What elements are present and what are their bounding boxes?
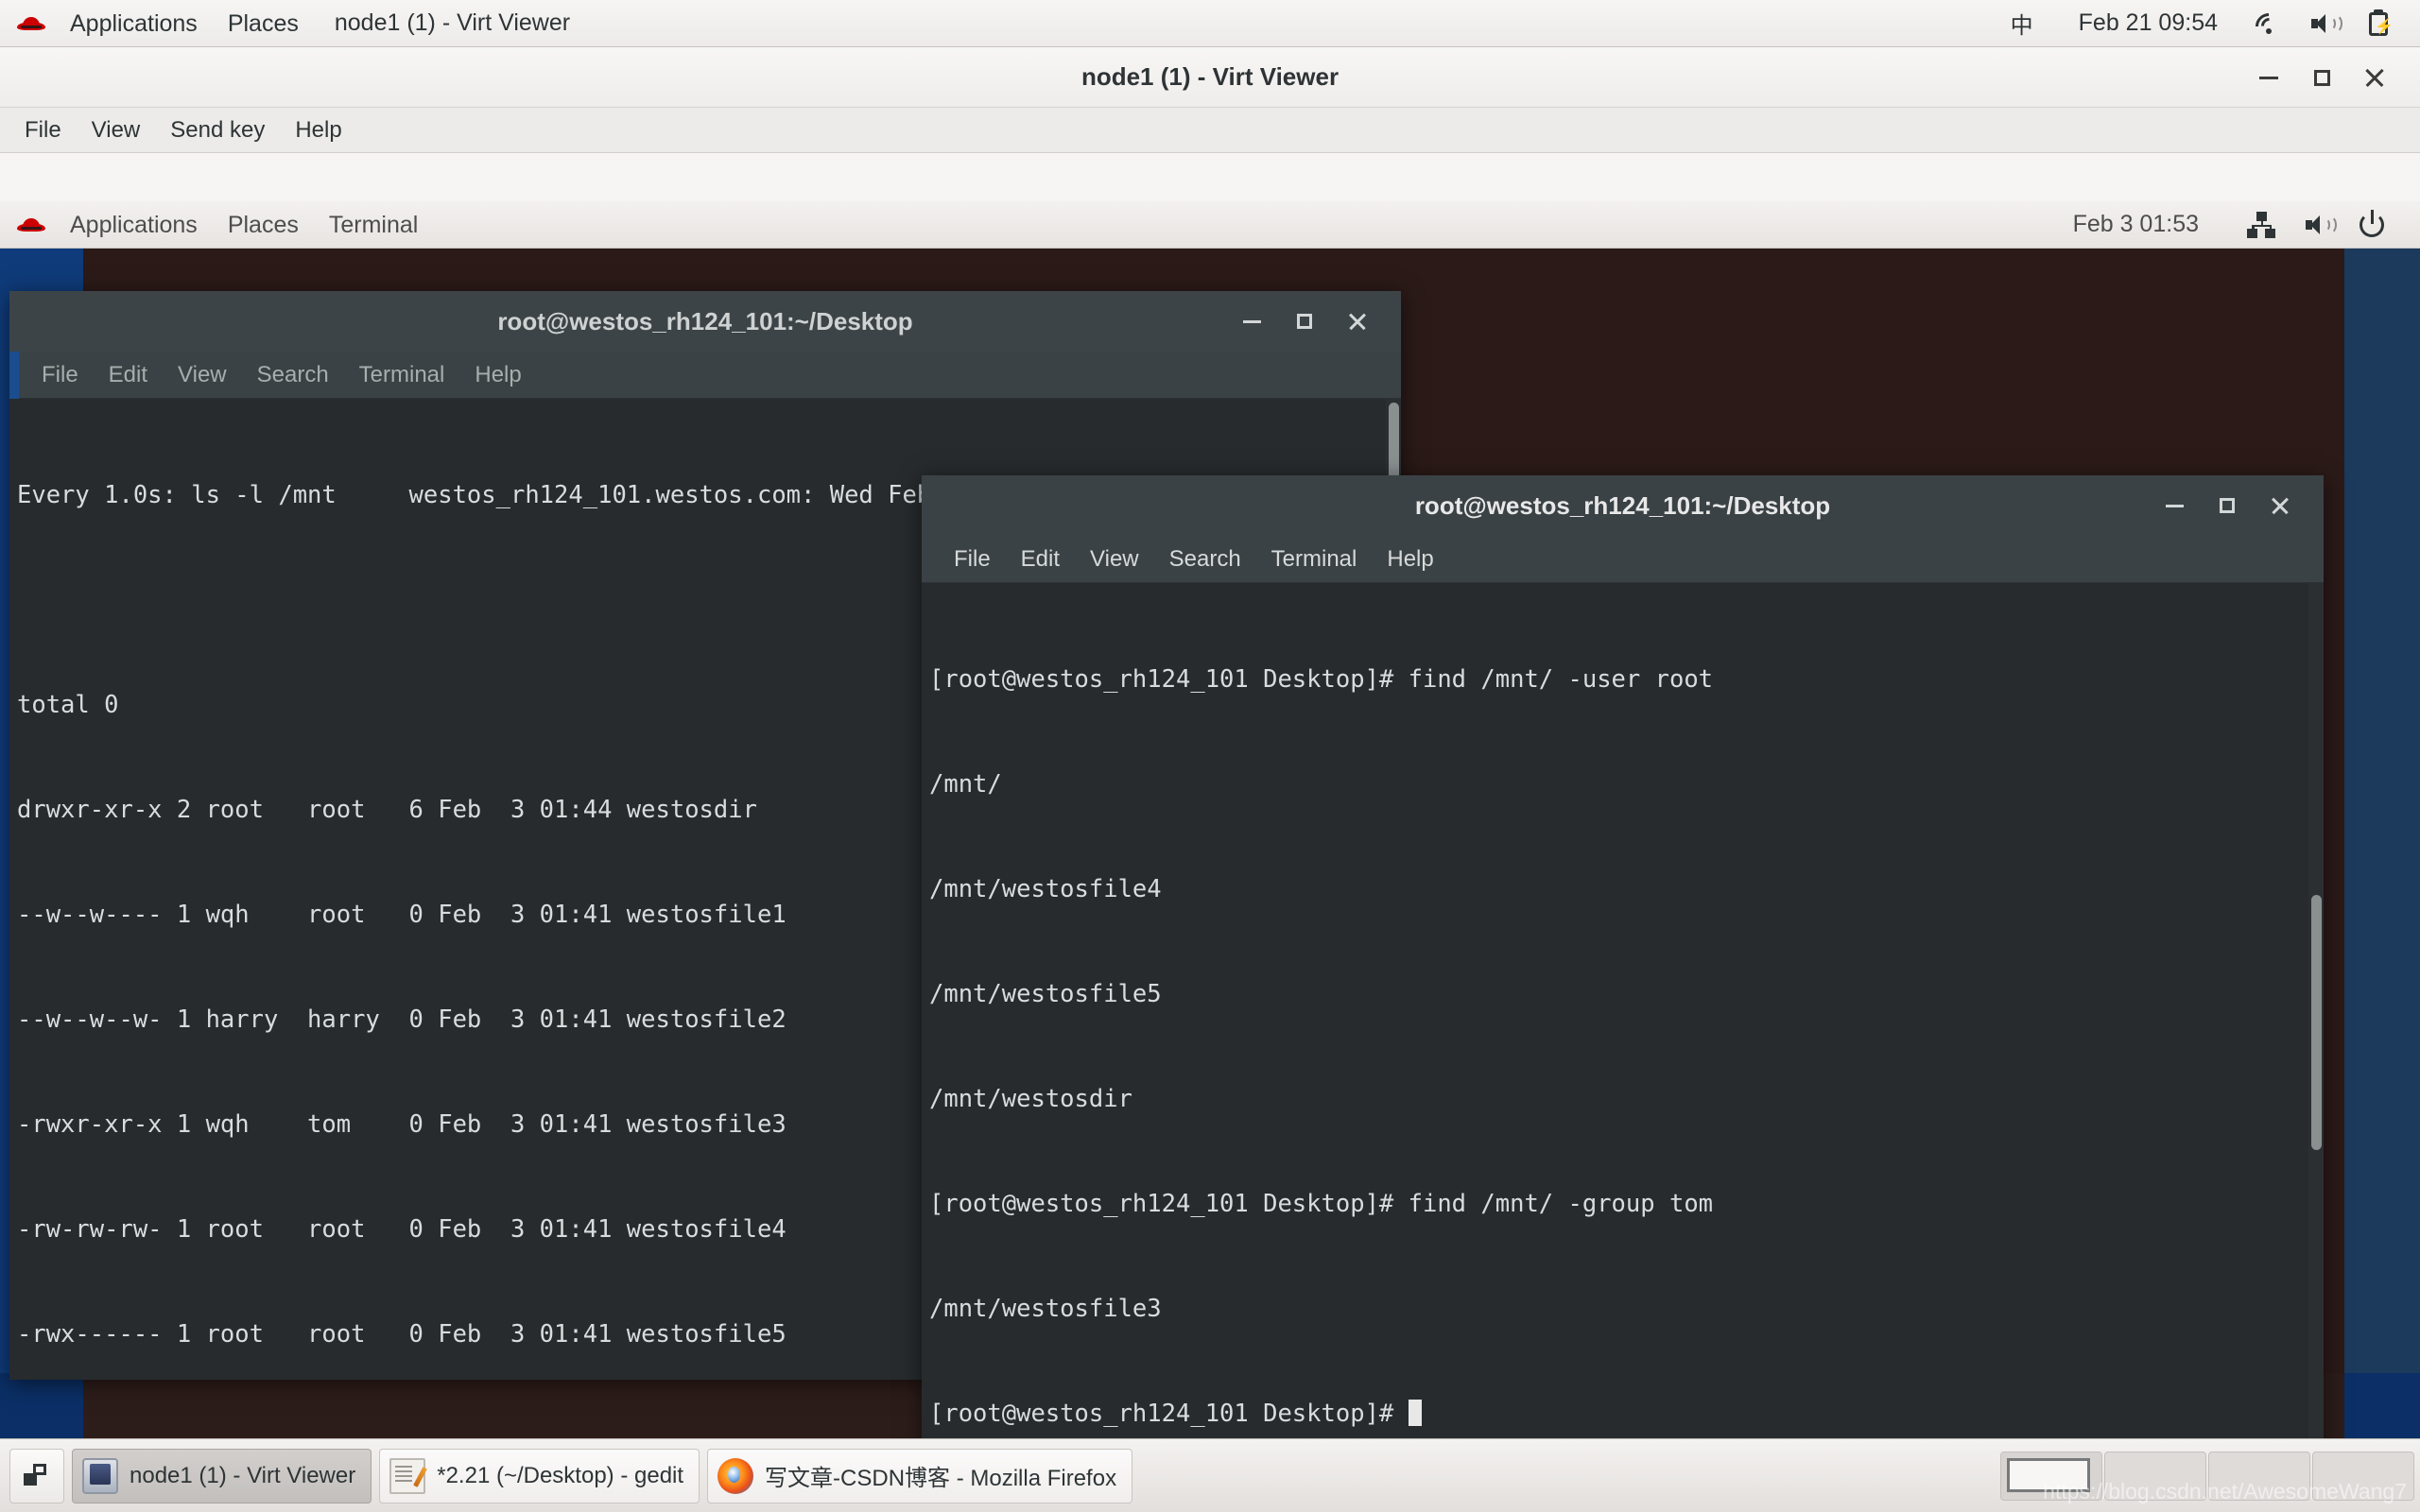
back-terminal-close-button[interactable] <box>1331 295 1384 348</box>
back-terminal-titlebar[interactable]: root@westos_rh124_101:~/Desktop <box>9 291 1401 352</box>
command-line: [root@westos_rh124_101 Desktop]# find /m… <box>929 665 1714 694</box>
redhat-logo-icon <box>17 13 45 34</box>
guest-status-area: Feb 3 01:53 <box>2073 209 2420 240</box>
front-menu-search[interactable]: Search <box>1154 536 1256 583</box>
host-workspace-4[interactable] <box>2312 1451 2414 1501</box>
back-menu-search[interactable]: Search <box>242 352 344 399</box>
guest-applications-menu[interactable]: Applications <box>55 201 213 249</box>
back-terminal-maximize-button[interactable] <box>1278 295 1331 348</box>
host-applications-menu[interactable]: Applications <box>55 0 213 47</box>
prompt-line: [root@westos_rh124_101 Desktop]# <box>929 1397 2324 1432</box>
minimize-button[interactable] <box>2242 51 2295 104</box>
host-show-desktop-button[interactable] <box>9 1448 64 1503</box>
terminal-window-front[interactable]: root@westos_rh124_101:~/Desktop File Edi… <box>922 475 2324 1512</box>
host-task-label: node1 (1) - Virt Viewer <box>130 1462 356 1488</box>
guest-active-window-title[interactable]: Terminal <box>314 201 433 249</box>
front-terminal-scroll-thumb[interactable] <box>2311 895 2322 1150</box>
workspace-window-preview <box>2007 1457 2090 1492</box>
guest-redhat-logo-icon <box>17 215 45 235</box>
host-status-area: 中 Feb 21 09:54 ⚡ <box>1990 7 2420 45</box>
virt-viewer-title: node1 (1) - Virt Viewer <box>1080 62 1340 91</box>
battery-icon[interactable]: ⚡ <box>2363 9 2395 38</box>
virt-viewer-window-controls <box>2242 47 2401 108</box>
menu-help[interactable]: Help <box>280 108 356 153</box>
front-terminal-body[interactable]: [root@westos_rh124_101 Desktop]# find /m… <box>922 583 2324 1512</box>
virt-viewer-icon <box>82 1457 118 1494</box>
screen: Applications Places node1 (1) - Virt Vie… <box>0 0 2420 1512</box>
back-terminal-title: root@westos_rh124_101:~/Desktop <box>497 306 913 335</box>
front-terminal-close-button[interactable] <box>2254 479 2307 532</box>
host-task-button-firefox[interactable]: 写文章-CSDN博客 - Mozilla Firefox <box>707 1448 1133 1503</box>
back-menu-edit[interactable]: Edit <box>94 352 163 399</box>
output-line: /mnt/westosfile3 <box>929 1295 1162 1323</box>
prompt-text: [root@westos_rh124_101 Desktop]# <box>929 1400 1409 1428</box>
front-menu-edit[interactable]: Edit <box>1006 536 1075 583</box>
firefox-icon <box>717 1457 754 1494</box>
host-taskbar: node1 (1) - Virt Viewer *2.21 (~/Desktop… <box>0 1438 2420 1512</box>
host-clock[interactable]: Feb 21 09:54 <box>2054 9 2242 37</box>
front-terminal-title: root@westos_rh124_101:~/Desktop <box>1414 490 1831 520</box>
output-line: /mnt/ <box>929 770 1002 799</box>
host-task-label: 写文章-CSDN博客 - Mozilla Firefox <box>765 1466 1117 1491</box>
host-workspace-2[interactable] <box>2104 1451 2206 1501</box>
host-task-button-virt-viewer[interactable]: node1 (1) - Virt Viewer <box>72 1448 372 1503</box>
front-terminal-titlebar[interactable]: root@westos_rh124_101:~/Desktop <box>922 475 2324 536</box>
output-line: /mnt/westosfile5 <box>929 980 1162 1008</box>
front-terminal-output: [root@westos_rh124_101 Desktop]# find /m… <box>922 583 2324 1502</box>
front-terminal-window-controls <box>2148 475 2307 536</box>
guest-volume-icon[interactable] <box>2303 211 2337 239</box>
menu-view[interactable]: View <box>77 108 156 153</box>
gedit-icon <box>389 1457 426 1494</box>
input-method-indicator[interactable]: 中 <box>1990 7 2054 40</box>
front-terminal-menubar: File Edit View Search Terminal Help <box>922 536 2324 583</box>
guest-desktop: Applications Places Terminal Feb 3 01:53 <box>0 201 2420 1512</box>
back-terminal-menubar: File Edit View Search Terminal Help <box>9 352 1401 399</box>
back-terminal-window-controls <box>1225 291 1384 352</box>
front-terminal-scrollbar[interactable] <box>2308 583 2324 1512</box>
host-top-bar: Applications Places node1 (1) - Virt Vie… <box>0 0 2420 47</box>
guest-clock[interactable]: Feb 3 01:53 <box>2073 211 2231 238</box>
host-places-menu[interactable]: Places <box>213 0 314 47</box>
back-menu-help[interactable]: Help <box>459 352 536 399</box>
back-terminal-minimize-button[interactable] <box>1225 295 1278 348</box>
wifi-icon[interactable] <box>2250 7 2288 45</box>
front-menu-view[interactable]: View <box>1075 536 1154 583</box>
text-cursor <box>1408 1400 1422 1426</box>
volume-icon[interactable] <box>2308 9 2342 38</box>
close-button[interactable] <box>2348 51 2401 104</box>
virt-viewer-menubar: File View Send key Help <box>0 108 2420 153</box>
virt-viewer-titlebar[interactable]: node1 (1) - Virt Viewer <box>0 47 2420 108</box>
front-terminal-maximize-button[interactable] <box>2201 479 2254 532</box>
host-task-label: *2.21 (~/Desktop) - gedit <box>437 1462 684 1488</box>
show-desktop-icon <box>24 1463 50 1488</box>
output-line: /mnt/westosdir <box>929 1085 1132 1113</box>
guest-top-bar: Applications Places Terminal Feb 3 01:53 <box>0 201 2420 249</box>
front-menu-file[interactable]: File <box>939 536 1006 583</box>
maximize-button[interactable] <box>2295 51 2348 104</box>
power-icon[interactable] <box>2358 209 2388 240</box>
virt-viewer-window: node1 (1) - Virt Viewer File View Send k… <box>0 47 2420 1512</box>
menu-file[interactable]: File <box>9 108 77 153</box>
command-line: [root@westos_rh124_101 Desktop]# find /m… <box>929 1190 1714 1218</box>
back-menu-terminal[interactable]: Terminal <box>344 352 460 399</box>
guest-places-menu[interactable]: Places <box>213 201 314 249</box>
front-terminal-minimize-button[interactable] <box>2148 479 2201 532</box>
front-menu-help[interactable]: Help <box>1372 536 1448 583</box>
host-workspace-switcher <box>1998 1451 2420 1501</box>
host-task-button-gedit[interactable]: *2.21 (~/Desktop) - gedit <box>379 1448 700 1503</box>
host-active-window-title[interactable]: node1 (1) - Virt Viewer <box>335 9 570 37</box>
output-line: /mnt/westosfile4 <box>929 875 1162 903</box>
front-menu-terminal[interactable]: Terminal <box>1256 536 1373 583</box>
host-workspace-1[interactable] <box>2000 1451 2102 1501</box>
network-icon[interactable] <box>2246 211 2276 239</box>
menu-send-key[interactable]: Send key <box>155 108 280 153</box>
back-menu-file[interactable]: File <box>26 352 94 399</box>
host-workspace-3[interactable] <box>2208 1451 2310 1501</box>
back-menu-view[interactable]: View <box>163 352 242 399</box>
